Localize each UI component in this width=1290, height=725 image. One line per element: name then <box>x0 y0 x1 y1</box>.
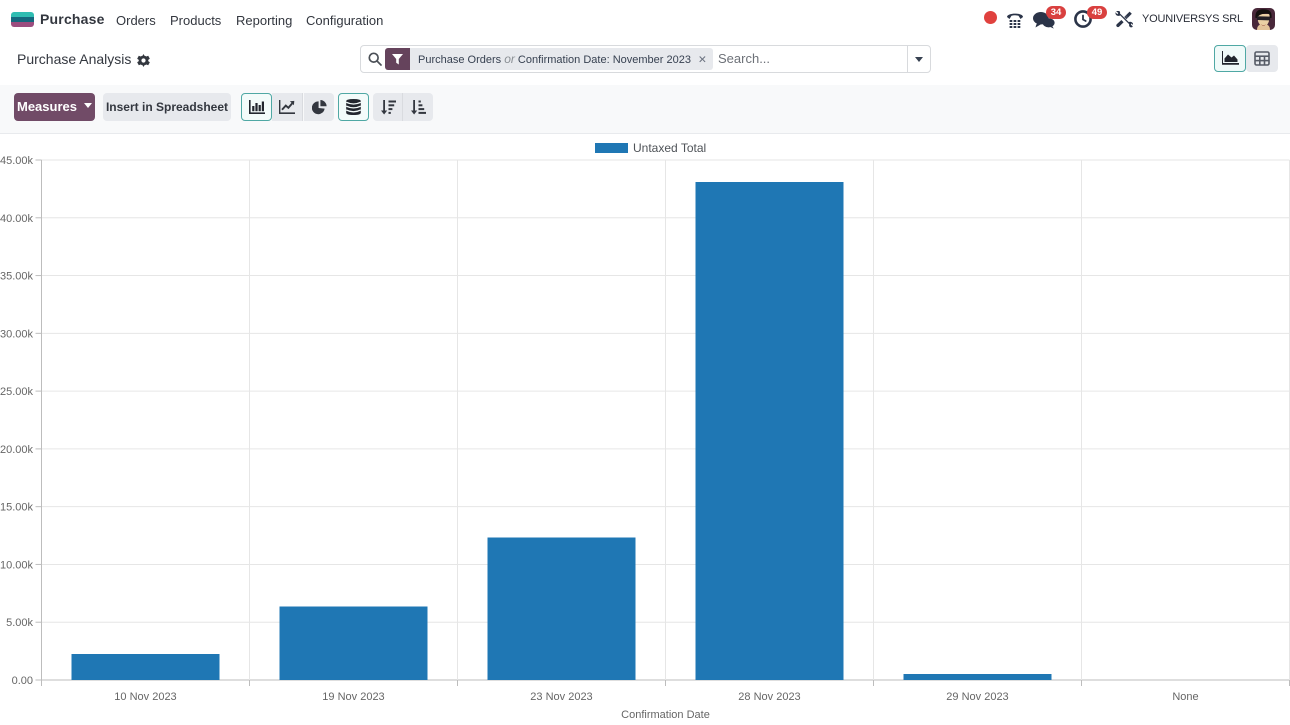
svg-text:25.00k: 25.00k <box>0 386 33 398</box>
svg-text:23 Nov 2023: 23 Nov 2023 <box>530 691 592 703</box>
svg-text:40.00k: 40.00k <box>0 213 33 225</box>
svg-text:5.00k: 5.00k <box>6 617 33 629</box>
svg-text:10 Nov 2023: 10 Nov 2023 <box>114 691 176 703</box>
svg-text:35.00k: 35.00k <box>0 271 33 283</box>
svg-text:45.00k: 45.00k <box>0 155 33 167</box>
svg-text:15.00k: 15.00k <box>0 502 33 514</box>
svg-text:10.00k: 10.00k <box>0 559 33 571</box>
svg-text:0.00: 0.00 <box>12 675 33 687</box>
svg-text:20.00k: 20.00k <box>0 444 33 456</box>
svg-text:19 Nov 2023: 19 Nov 2023 <box>322 691 384 703</box>
svg-text:Confirmation Date: Confirmation Date <box>621 709 710 721</box>
svg-text:Untaxed Total: Untaxed Total <box>633 141 706 155</box>
svg-text:None: None <box>1172 691 1198 703</box>
svg-text:28 Nov 2023: 28 Nov 2023 <box>738 691 800 703</box>
svg-text:29 Nov 2023: 29 Nov 2023 <box>946 691 1008 703</box>
svg-text:30.00k: 30.00k <box>0 328 33 340</box>
